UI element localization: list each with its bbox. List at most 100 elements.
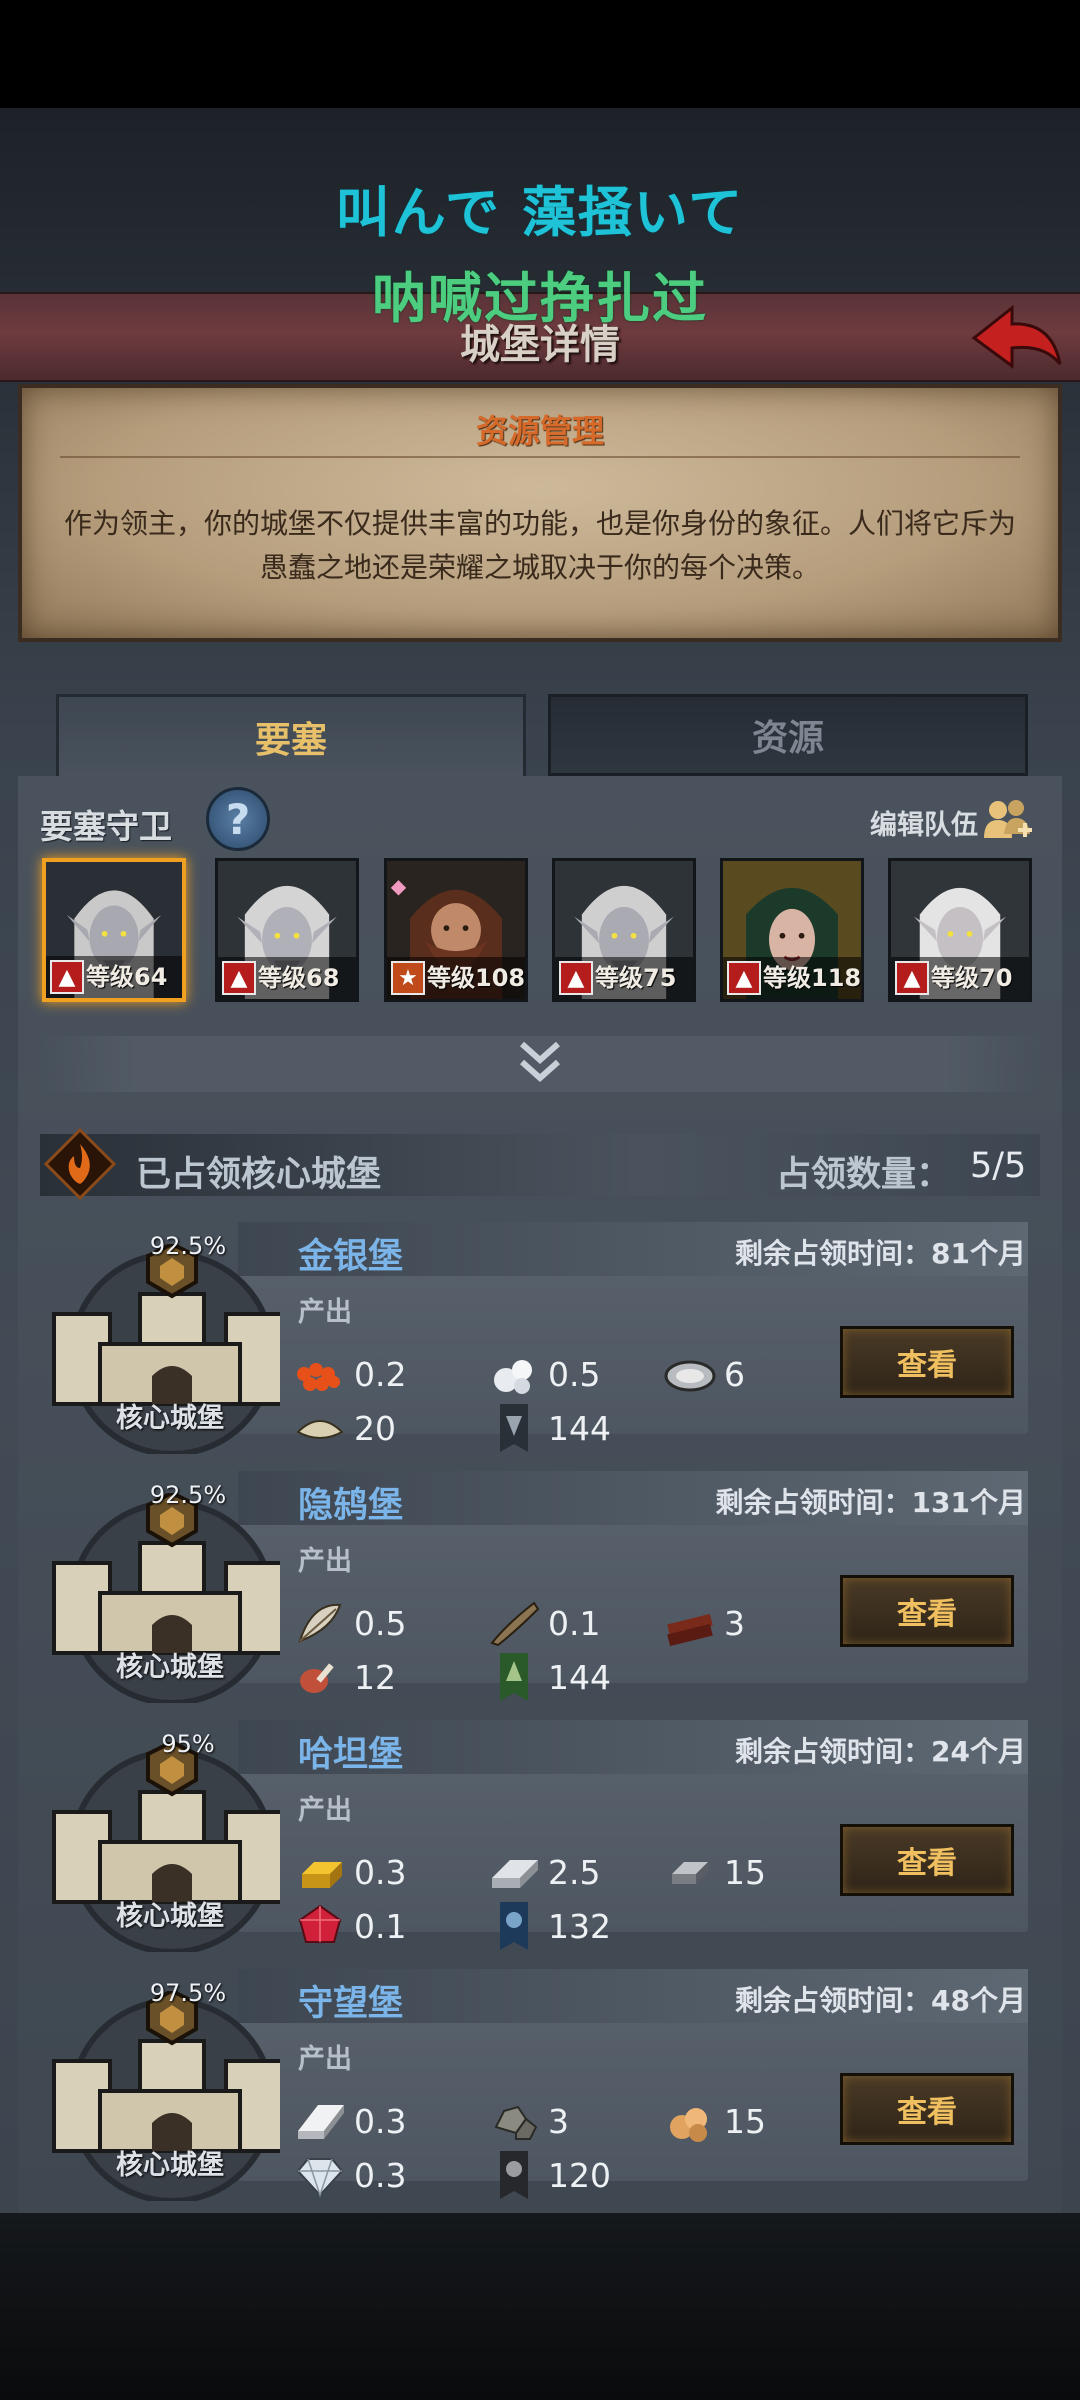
castle-name: 守望堡 bbox=[298, 1984, 404, 2024]
edit-team-button[interactable]: 编辑队伍 bbox=[870, 803, 978, 842]
view-button[interactable]: 查看 bbox=[840, 2073, 1014, 2145]
wolf-badge-icon: ▲ bbox=[50, 960, 84, 994]
castle-card: 95% 核心城堡 哈坦堡 剩余占领时间：24个月 产出 0.3 2.5 15 0… bbox=[40, 1720, 1040, 1952]
guards-title: 要塞守卫 bbox=[40, 807, 172, 846]
resource-item: 120 bbox=[486, 2151, 611, 2199]
info-title: 资源管理 bbox=[475, 412, 604, 450]
wolf-badge-icon: ▲ bbox=[727, 961, 761, 995]
resource-item: 0.3 bbox=[292, 2151, 406, 2199]
back-arrow-icon bbox=[971, 304, 1062, 369]
banner-icon bbox=[500, 1653, 528, 1701]
resource-value: 2.5 bbox=[548, 1852, 601, 1892]
resource-value: 12 bbox=[354, 1657, 396, 1697]
horn-icon bbox=[490, 1601, 540, 1647]
resource-value: 0.3 bbox=[354, 1852, 407, 1892]
ruby-icon bbox=[298, 1904, 342, 1943]
resource-value: 3 bbox=[548, 2101, 569, 2141]
shell-icon bbox=[296, 1420, 344, 1439]
hero-level: 等级64 bbox=[86, 963, 168, 991]
wood-icon bbox=[667, 1613, 713, 1647]
remaining-time: 剩余占领时间：24个月 bbox=[735, 1730, 1026, 1770]
resource-item: 0.3 bbox=[292, 2097, 406, 2145]
castle-name: 金银堡 bbox=[298, 1237, 404, 1277]
remaining-time-label: 剩余占领时间： bbox=[735, 1984, 932, 2017]
output-label: 产出 bbox=[298, 1546, 352, 1577]
hero-level: 等级68 bbox=[258, 964, 340, 992]
castle-type: 核心城堡 bbox=[116, 1652, 224, 1683]
castle-percent: 92.5% bbox=[149, 1481, 227, 1509]
meat-icon bbox=[300, 1663, 334, 1693]
remaining-time-value: 48个月 bbox=[931, 1984, 1026, 2017]
remaining-time: 剩余占领时间：81个月 bbox=[735, 1232, 1026, 1272]
castle-type: 核心城堡 bbox=[116, 2150, 224, 2181]
bottom-bar bbox=[0, 2213, 1080, 2400]
status-bar bbox=[0, 0, 1080, 108]
resource-value: 132 bbox=[548, 1906, 611, 1946]
view-button[interactable]: 查看 bbox=[840, 1326, 1014, 1398]
hero-slot[interactable]: ▲ 等级70 bbox=[888, 858, 1032, 1002]
hero-slot[interactable]: ▲ 等级68 bbox=[215, 858, 359, 1002]
castle-type: 核心城堡 bbox=[116, 1403, 224, 1434]
resource-item: 0.1 bbox=[486, 1599, 600, 1647]
fire-emblem-icon bbox=[44, 1128, 116, 1200]
castle-name: 哈坦堡 bbox=[298, 1735, 404, 1775]
castle-card: 92.5% 核心城堡 金银堡 剩余占领时间：81个月 产出 0.2 0.5 6 … bbox=[40, 1222, 1040, 1454]
tab-resources[interactable]: 资源 bbox=[548, 694, 1028, 776]
info-description: 作为领主，你的城堡不仅提供丰富的功能，也是你身份的象征。人们将它斥为愚蠢之地还是… bbox=[63, 507, 1016, 584]
pearl-icon bbox=[494, 1360, 532, 1394]
occupied-title: 已占领核心城堡 bbox=[136, 1155, 382, 1195]
lyric-line-2: 呐喊过挣扎过 bbox=[372, 267, 708, 330]
banner-icon bbox=[500, 1404, 528, 1452]
resource-item: 12 bbox=[292, 1653, 396, 1701]
output-label: 产出 bbox=[298, 1795, 352, 1826]
resource-value: 0.1 bbox=[548, 1603, 601, 1643]
resource-item: 3 bbox=[486, 2097, 569, 2145]
view-button[interactable]: 查看 bbox=[840, 1824, 1014, 1896]
oyster-icon bbox=[664, 1360, 716, 1392]
resource-item: 0.5 bbox=[486, 1350, 600, 1398]
remaining-time-label: 剩余占领时间： bbox=[735, 1735, 932, 1768]
wolf-badge-icon: ▲ bbox=[222, 961, 256, 995]
resource-value: 0.5 bbox=[354, 1603, 407, 1643]
stone-icon bbox=[494, 2105, 538, 2140]
ore-icon bbox=[670, 2108, 707, 2142]
hero-slot[interactable]: ▲ 等级75 bbox=[552, 858, 696, 1002]
resource-item: 144 bbox=[486, 1404, 611, 1452]
view-button[interactable]: 查看 bbox=[840, 1575, 1014, 1647]
resource-item: 15 bbox=[662, 2097, 766, 2145]
iron-bar-icon bbox=[672, 1862, 708, 1884]
hero-level: 等级70 bbox=[931, 964, 1013, 992]
resource-value: 3 bbox=[724, 1603, 745, 1643]
remaining-time-label: 剩余占领时间： bbox=[715, 1486, 912, 1519]
wolf-badge-icon: ▲ bbox=[895, 961, 929, 995]
back-button[interactable] bbox=[966, 298, 1066, 378]
resource-value: 15 bbox=[724, 2101, 766, 2141]
help-icon[interactable]: ? bbox=[206, 787, 270, 851]
resource-value: 0.2 bbox=[354, 1354, 407, 1394]
remaining-time: 剩余占领时间：131个月 bbox=[716, 1481, 1026, 1521]
output-label: 产出 bbox=[298, 1297, 352, 1328]
tab-fortress[interactable]: 要塞 bbox=[56, 694, 526, 776]
remaining-time-value: 81个月 bbox=[931, 1237, 1026, 1270]
resource-item: 15 bbox=[662, 1848, 766, 1896]
resource-item: 132 bbox=[486, 1902, 611, 1950]
resource-value: 15 bbox=[724, 1852, 766, 1892]
diamond-icon bbox=[296, 2158, 344, 2198]
resource-value: 20 bbox=[354, 1408, 396, 1448]
hero-slot[interactable]: ★ 等级108 bbox=[384, 858, 528, 1002]
resource-value: 120 bbox=[548, 2155, 611, 2195]
caviar-icon bbox=[297, 1363, 340, 1391]
silver-bar-icon bbox=[492, 1860, 538, 1888]
banner-icon bbox=[500, 2151, 528, 2199]
resource-value: 6 bbox=[724, 1354, 745, 1394]
hero-slot[interactable]: ▲ 等级118 bbox=[720, 858, 864, 1002]
hero-slot[interactable]: ▲ 等级64 bbox=[42, 858, 186, 1002]
resource-item: 20 bbox=[292, 1404, 396, 1452]
steel-bar-icon bbox=[298, 2105, 344, 2139]
remaining-time-label: 剩余占领时间： bbox=[735, 1237, 932, 1270]
add-team-icon[interactable] bbox=[982, 796, 1034, 844]
occupied-count: 5/5 bbox=[970, 1146, 1027, 1186]
resource-item: 144 bbox=[486, 1653, 611, 1701]
castle-percent: 95% bbox=[161, 1730, 215, 1758]
chevron-down-icon[interactable] bbox=[512, 1034, 568, 1090]
